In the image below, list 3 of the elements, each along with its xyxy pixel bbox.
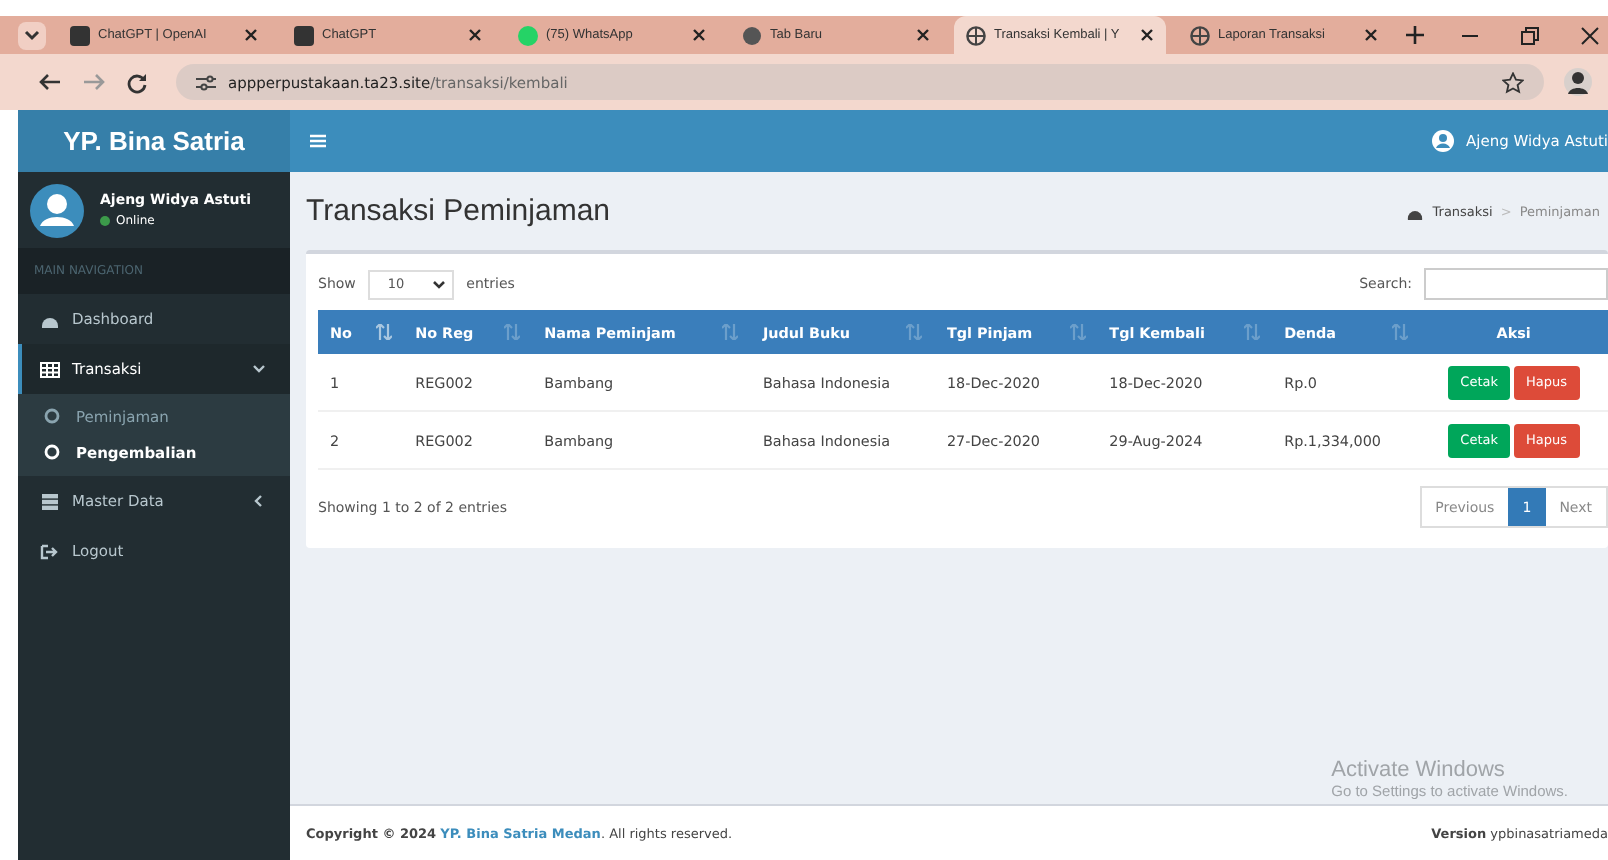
activation-notice-title: Activate Windows	[1331, 758, 1507, 782]
app-logo[interactable]: YP. Bina Satria	[18, 110, 290, 172]
page-title: Transaksi Peminjaman	[306, 194, 612, 228]
